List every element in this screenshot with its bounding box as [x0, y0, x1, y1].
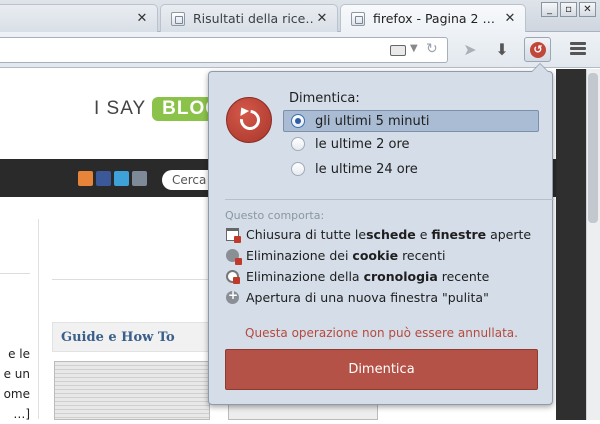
forget-button[interactable]: ↺: [524, 37, 551, 62]
radio-icon[interactable]: [291, 137, 305, 151]
minimize-button[interactable]: _: [541, 2, 558, 17]
window-controls: _ ▫ ✕: [541, 2, 596, 17]
effect-history: Eliminazione della cronologia recente: [226, 269, 489, 284]
option-label: gli ultimi 5 minuti: [315, 113, 430, 129]
effect-text: Eliminazione della: [246, 269, 364, 284]
twitter-icon[interactable]: [114, 171, 129, 186]
mail-icon[interactable]: [132, 171, 147, 186]
radio-icon[interactable]: [291, 114, 305, 128]
tab-title: Risultati della rice…: [193, 11, 313, 26]
consequence-label: Questo comporta:: [225, 209, 325, 222]
page-favicon-icon: [351, 11, 365, 26]
history-icon: [226, 270, 240, 284]
effect-new-window: Apertura di una nuova finestra "pulita": [226, 288, 489, 305]
maximize-button[interactable]: ▫: [560, 2, 577, 17]
tab-3-active[interactable]: firefox - Pagina 2 … ✕: [340, 4, 526, 32]
cookie-icon: [226, 249, 242, 265]
divider: [52, 279, 212, 280]
option-5-minutes[interactable]: gli ultimi 5 minuti: [283, 110, 539, 132]
close-icon[interactable]: ✕: [501, 11, 519, 26]
page-edge: [556, 69, 586, 420]
effect-close-tabs: Chiusura di tutte le schede e finestre a…: [226, 227, 532, 243]
tab-2[interactable]: Risultati della rice… ✕: [160, 4, 338, 32]
effect-text: e: [415, 227, 432, 242]
option-label: le ultime 2 ore: [315, 136, 410, 152]
effect-cookies: Eliminazione dei cookie recenti: [226, 248, 446, 265]
option-24-hours[interactable]: le ultime 24 ore: [283, 158, 539, 180]
chevron-down-icon[interactable]: ▼: [410, 43, 418, 54]
nav-bar: ▼ ↻ ➤ ⬇ ↺: [0, 32, 600, 68]
forget-confirm-button[interactable]: Dimentica: [225, 349, 538, 390]
divider: [225, 199, 554, 200]
tab-title: firefox - Pagina 2 …: [373, 11, 495, 26]
option-2-hours[interactable]: le ultime 2 ore: [283, 133, 539, 155]
send-icon[interactable]: ➤: [458, 38, 482, 62]
forget-large-icon: [226, 97, 272, 143]
option-label: le ultime 24 ore: [315, 161, 418, 177]
effect-text: Apertura di una nuova finestra "pulita": [246, 290, 489, 305]
close-window-button[interactable]: ✕: [579, 2, 596, 17]
effect-text: Eliminazione dei: [246, 248, 353, 263]
rss-icon[interactable]: [78, 171, 93, 186]
url-bar[interactable]: ▼ ↻: [0, 37, 448, 63]
forget-panel: Dimentica: gli ultimi 5 minuti le ultime…: [208, 63, 554, 405]
effect-text: recente: [437, 269, 490, 284]
window-close-icon: [226, 228, 241, 243]
facebook-icon[interactable]: [96, 171, 111, 186]
widget-header: Guide e How To: [52, 322, 212, 352]
reload-icon[interactable]: ↻: [426, 41, 438, 57]
effect-text: Chiusura di tutte le: [246, 227, 367, 242]
forget-icon: ↺: [530, 42, 546, 58]
effect-text: aperte: [486, 227, 532, 242]
page-favicon-icon: [171, 11, 185, 26]
social-icons: [78, 171, 147, 186]
close-icon[interactable]: ✕: [133, 11, 151, 26]
tab-strip: ✕ Risultati della rice… ✕ firefox - Pagi…: [0, 0, 600, 32]
close-icon[interactable]: ✕: [313, 11, 331, 26]
effect-text: recenti: [398, 248, 446, 263]
article-thumbnail[interactable]: [54, 361, 210, 420]
menu-icon[interactable]: [570, 42, 586, 56]
effect-text-bold: finestre: [431, 227, 487, 242]
article-text: e le e un ome …]: [3, 347, 30, 421]
effect-text-bold: cronologia: [363, 269, 438, 284]
column-divider: [38, 219, 39, 419]
forget-label: Dimentica:: [289, 91, 360, 106]
warning-text: Questa operazione non può essere annulla…: [245, 326, 518, 340]
new-window-icon: [226, 288, 239, 304]
effect-text-bold: schede: [366, 227, 416, 242]
effect-text-bold: cookie: [352, 248, 399, 263]
divider: [0, 273, 30, 274]
tab-1[interactable]: ✕: [0, 4, 158, 32]
scrollbar-thumb[interactable]: [588, 73, 598, 223]
bookmark-icon[interactable]: [390, 45, 406, 56]
logo-text: I SAY: [94, 98, 147, 119]
download-icon[interactable]: ⬇: [490, 38, 514, 62]
radio-icon[interactable]: [291, 162, 305, 176]
widget-title: Guide e How To: [61, 330, 175, 345]
